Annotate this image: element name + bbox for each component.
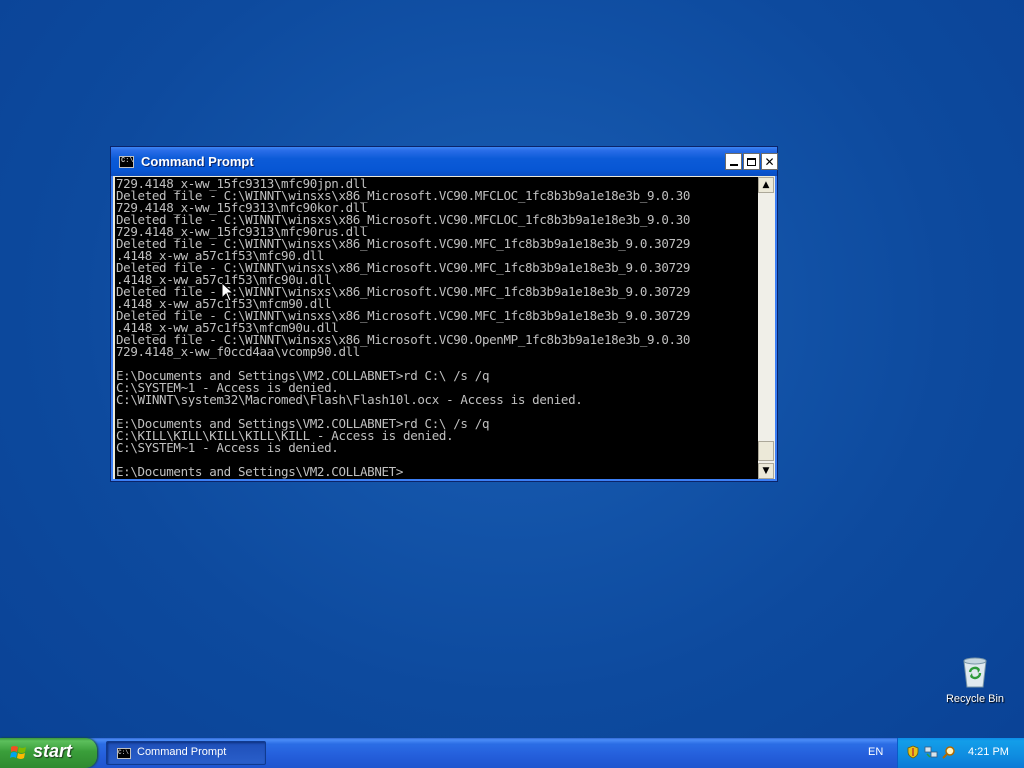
minimize-icon xyxy=(729,164,738,166)
network-icon[interactable] xyxy=(924,745,938,759)
language-indicator[interactable]: EN xyxy=(868,746,883,758)
mouse-cursor-icon xyxy=(222,283,234,302)
security-shield-icon[interactable] xyxy=(906,745,920,759)
windows-logo-icon xyxy=(10,746,26,759)
recycle-bin-icon xyxy=(958,655,992,689)
start-label: start xyxy=(33,741,73,761)
scroll-thumb[interactable] xyxy=(758,441,774,461)
system-tray: 4:21 PM xyxy=(897,738,1024,768)
title-bar[interactable]: C:\ Command Prompt ✕ xyxy=(111,147,778,176)
taskbar: start C:\ Command Prompt EN 4:21 PM xyxy=(0,738,1024,768)
maximize-button[interactable] xyxy=(743,153,760,170)
desktop-icon-label: Recycle Bin xyxy=(945,693,1005,705)
desktop-icon-recycle-bin[interactable]: Recycle Bin xyxy=(940,655,1010,705)
taskbar-button-command-prompt[interactable]: C:\ Command Prompt xyxy=(106,741,266,765)
window-title: Command Prompt xyxy=(141,154,254,169)
search-icon[interactable] xyxy=(942,745,956,759)
console-output[interactable]: 729.4148_x-ww_15fc9313\mfc90jpn.dll Dele… xyxy=(115,177,758,479)
cmd-icon: C:\ xyxy=(119,156,134,168)
console-text: 729.4148_x-ww_15fc9313\mfc90jpn.dll Dele… xyxy=(116,177,691,479)
maximize-icon xyxy=(747,157,756,166)
clock[interactable]: 4:21 PM xyxy=(968,746,1009,758)
vertical-scrollbar[interactable]: ▲ ▼ xyxy=(758,177,775,479)
minimize-button[interactable] xyxy=(725,153,742,170)
start-button[interactable]: start xyxy=(0,738,97,768)
close-icon: ✕ xyxy=(764,154,775,169)
cmd-icon: C:\ xyxy=(117,748,131,759)
close-button[interactable]: ✕ xyxy=(761,153,778,170)
scroll-down-button[interactable]: ▼ xyxy=(758,463,774,479)
command-prompt-window[interactable]: C:\ Command Prompt ✕ 729.4148_x-ww_15fc9… xyxy=(110,146,778,482)
scroll-up-button[interactable]: ▲ xyxy=(758,177,774,193)
taskbar-button-label: Command Prompt xyxy=(137,746,227,758)
